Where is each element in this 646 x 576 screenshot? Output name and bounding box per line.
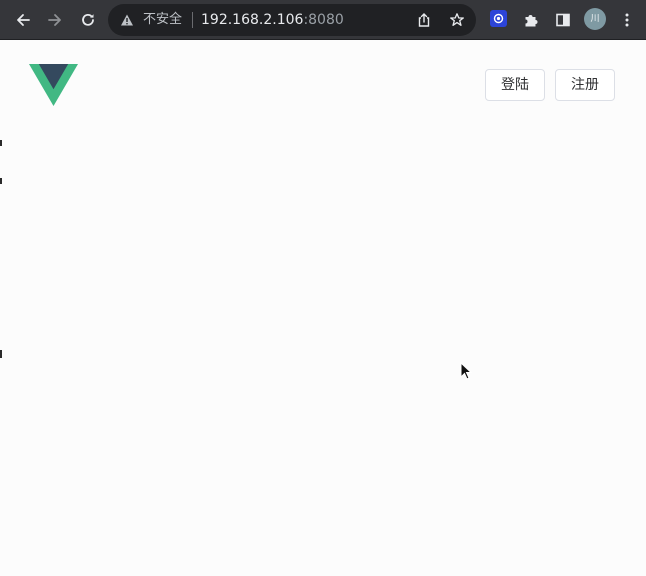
extensions-button[interactable]	[518, 7, 544, 33]
side-panel-button[interactable]	[550, 7, 576, 33]
more-vert-icon	[625, 13, 629, 27]
mouse-cursor-icon	[460, 362, 472, 380]
address-bar[interactable]: 不安全 192.168.2.106:8080	[108, 4, 476, 36]
back-icon	[17, 14, 30, 26]
share-icon[interactable]	[416, 12, 432, 28]
url-host: 192.168.2.106	[201, 12, 304, 28]
reload-icon	[82, 13, 94, 26]
reload-button[interactable]	[75, 7, 101, 33]
forward-button[interactable]	[42, 7, 68, 33]
extension-app-icon[interactable]	[490, 10, 507, 27]
back-button[interactable]	[10, 7, 36, 33]
edge-artifact	[0, 178, 2, 184]
edge-artifact	[0, 140, 2, 146]
page-content: 登陆 注册	[0, 40, 646, 576]
address-separator	[192, 12, 193, 28]
edge-artifact	[0, 350, 2, 358]
url-port: :8080	[303, 12, 344, 28]
extension-app-glyph-icon	[493, 13, 504, 24]
side-panel-icon	[556, 13, 570, 27]
menu-button[interactable]	[614, 7, 640, 33]
browser-toolbar: 不安全 192.168.2.106:8080 川	[0, 0, 646, 40]
browser-window: 不安全 192.168.2.106:8080 川 登陆 注册	[0, 0, 646, 576]
star-icon[interactable]	[449, 12, 465, 28]
register-button[interactable]: 注册	[555, 69, 615, 101]
vue-logo[interactable]	[29, 64, 78, 106]
security-status-text[interactable]: 不安全	[143, 12, 182, 28]
profile-avatar[interactable]: 川	[584, 8, 606, 30]
login-button[interactable]: 登陆	[485, 69, 545, 101]
warning-icon[interactable]	[120, 13, 134, 27]
forward-icon	[48, 14, 61, 26]
url-text[interactable]: 192.168.2.106:8080	[201, 11, 344, 29]
puzzle-icon	[525, 15, 538, 27]
